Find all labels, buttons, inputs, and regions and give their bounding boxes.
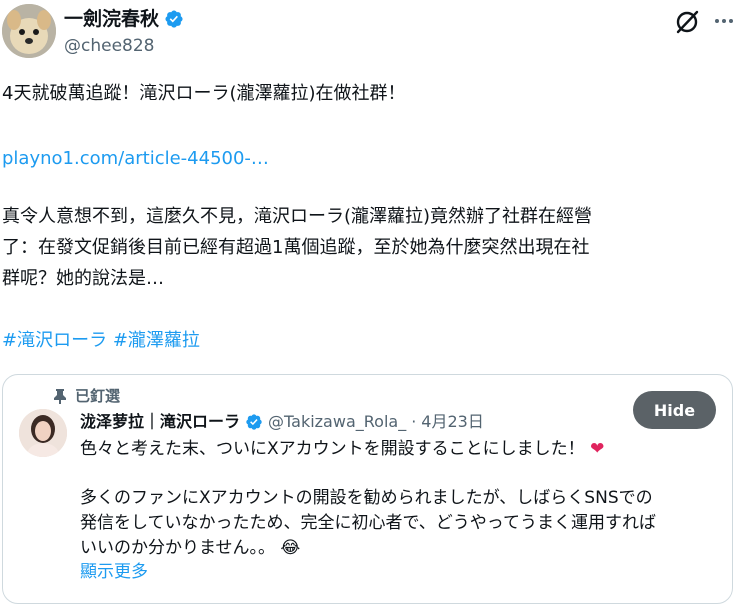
quoted-text-line1-content: 色々と考えた末、ついにXアカウントを開設することにしました！ xyxy=(80,439,585,459)
verified-badge-icon xyxy=(246,414,262,430)
heart-emoji-icon: ❤ xyxy=(590,439,605,459)
author-name-row[interactable]: 一劍浣春秋 xyxy=(64,7,184,31)
avatar-image xyxy=(2,4,56,58)
quoted-avatar[interactable] xyxy=(19,409,67,457)
tweet-body-line1: 真令人意想不到，這麼久不見，滝沢ローラ(瀧澤蘿拉)竟然辦了社群在經營 xyxy=(2,206,593,227)
article-link[interactable]: playno1.com/article-44500-… xyxy=(2,145,730,172)
quoted-separator: · xyxy=(411,412,417,431)
quoted-date[interactable]: 4月23日 xyxy=(421,411,484,433)
grok-icon[interactable] xyxy=(673,8,701,36)
tweet-text-line1: 4天就破萬追蹤！滝沢ローラ(瀧澤蘿拉)在做社群！ xyxy=(2,83,406,104)
verified-badge-icon xyxy=(165,10,183,28)
more-icon[interactable] xyxy=(713,10,735,32)
article-link-text[interactable]: playno1.com/article-44500-… xyxy=(2,148,269,169)
quoted-tweet-card[interactable]: 已釘選 泷泽萝拉｜滝沢ローラ @Takizawa_Rola_ · 4月23日 H… xyxy=(2,374,733,604)
quoted-text-line4: いいのか分かりません。。 😂 xyxy=(80,536,300,561)
quoted-text-line3: 発信をしていなかったため、完全に初心者で、どうやってうまく運用すれば xyxy=(80,513,656,533)
pinned-indicator: 已釘選 xyxy=(53,385,120,406)
quoted-header: 泷泽萝拉｜滝沢ローラ @Takizawa_Rola_ · 4月23日 xyxy=(80,411,484,433)
tweet-body-line2: 了：在發文促銷後目前已經有超過1萬個追蹤，至於她為什麼突然出現在社 xyxy=(2,237,590,258)
avatar[interactable] xyxy=(2,4,56,58)
quoted-display-name[interactable]: 泷泽萝拉｜滝沢ローラ xyxy=(80,411,240,433)
laughing-emoji-icon: 😂 xyxy=(280,538,301,558)
quoted-text-line1: 色々と考えた末、ついにXアカウントを開設することにしました！ ❤ xyxy=(80,437,604,462)
author-handle[interactable]: @chee828 xyxy=(64,35,155,57)
pinned-label: 已釘選 xyxy=(75,387,121,405)
pin-icon xyxy=(54,388,66,404)
hashtag-row: #滝沢ローラ #瀧澤蘿拉 xyxy=(2,327,730,354)
quoted-handle[interactable]: @Takizawa_Rola_ xyxy=(268,411,406,433)
author-display-name[interactable]: 一劍浣春秋 xyxy=(64,7,159,31)
hashtag-takizawa-rola-jp[interactable]: #滝沢ローラ xyxy=(2,330,107,351)
hashtag-takizawa-rola-zh[interactable]: #瀧澤蘿拉 xyxy=(113,330,200,351)
quoted-text-line4-content: いいのか分かりません。。 xyxy=(80,538,275,558)
tweet-body-line3: 群呢？她的說法是… xyxy=(2,268,164,289)
quoted-avatar-image xyxy=(19,409,67,457)
show-more-link[interactable]: 顯示更多 xyxy=(80,560,148,585)
quoted-text-line2: 多くのファンにXアカウントの開設を勧められましたが、しばらくSNSでの xyxy=(80,488,653,508)
hide-button[interactable]: Hide xyxy=(633,391,716,429)
